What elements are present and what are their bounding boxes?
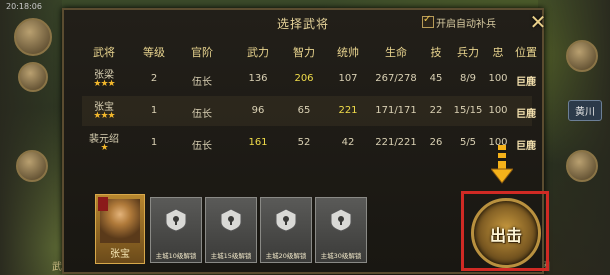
hero-troops: 15/15 — [453, 105, 483, 116]
map-location-tag[interactable]: 黄川 — [568, 100, 602, 121]
deploy-button[interactable]: 出击 — [471, 198, 541, 268]
hero-intellect: 52 — [297, 137, 311, 148]
down-arrow-icon — [491, 145, 513, 184]
lock-icon — [165, 208, 187, 232]
menu-bubble-icon[interactable] — [16, 150, 48, 182]
hero-hp: 171/171 — [375, 105, 417, 116]
map-bubble-icon[interactable] — [566, 150, 598, 182]
map-bubble-icon[interactable] — [566, 40, 598, 72]
hero-force: 96 — [251, 105, 265, 116]
hero-troops: 8/9 — [459, 73, 477, 84]
table-row[interactable]: 张梁 ★★★ 2 伍长 136 206 107 267/278 45 8/9 1… — [82, 64, 536, 94]
table-row[interactable]: 裴元绍 ★ 1 伍长 161 52 42 221/221 26 5/5 100 … — [82, 128, 536, 158]
status-time: 20:18:06 — [6, 2, 42, 11]
deploy-button-label: 出击 — [489, 226, 522, 245]
unlock-condition: 主城10级解锁 — [155, 252, 197, 260]
column-header[interactable]: 智力 — [293, 44, 315, 60]
hero-hp: 221/221 — [375, 137, 417, 148]
player-avatar[interactable] — [14, 18, 52, 56]
column-header[interactable]: 生命 — [385, 44, 407, 60]
hero-rank: 伍长 — [192, 77, 212, 88]
unlock-condition: 主城30级解锁 — [320, 252, 362, 260]
table-header: 武将 等级 官阶 武力 智力 统帅 生命 技 兵力 忠 位置 — [82, 44, 537, 60]
hero-loyalty: 100 — [488, 105, 508, 116]
hero-intellect: 65 — [297, 105, 311, 116]
column-header[interactable]: 统帅 — [337, 44, 359, 60]
hero-location: 巨鹿 — [516, 109, 536, 120]
locked-slot[interactable]: 主城15级解锁 — [205, 197, 257, 263]
unlock-condition: 主城20级解锁 — [265, 252, 307, 260]
locked-slot[interactable]: 主城20级解锁 — [260, 197, 312, 263]
unlock-condition: 主城15级解锁 — [210, 252, 252, 260]
hero-force: 136 — [248, 73, 268, 84]
hero-stars: ★★★ — [93, 79, 115, 89]
menu-bubble-icon[interactable] — [18, 62, 48, 92]
column-header[interactable]: 武力 — [247, 44, 269, 60]
lock-icon — [275, 208, 297, 232]
locked-slot[interactable]: 主城10级解锁 — [150, 197, 202, 263]
hero-stars: ★ — [100, 143, 108, 153]
hero-skill: 26 — [429, 137, 443, 148]
banner-icon — [98, 197, 108, 211]
hero-rank: 伍长 — [192, 141, 212, 152]
hero-location: 巨鹿 — [516, 141, 536, 152]
auto-fill-label[interactable]: 开启自动补兵 — [436, 15, 496, 30]
lock-icon — [330, 208, 352, 232]
hero-level: 2 — [150, 73, 158, 84]
hero-location: 巨鹿 — [516, 77, 536, 88]
column-header[interactable]: 武将 — [93, 44, 115, 60]
deploy-button-highlight: 出击 — [461, 191, 549, 271]
hero-force: 161 — [248, 137, 268, 148]
hero-level: 1 — [150, 137, 158, 148]
hero-skill: 45 — [429, 73, 443, 84]
column-header[interactable]: 忠 — [493, 44, 504, 60]
column-header[interactable]: 官阶 — [191, 44, 213, 60]
lock-icon — [220, 208, 242, 232]
hero-loyalty: 100 — [488, 73, 508, 84]
hero-command: 42 — [341, 137, 355, 148]
hero-rank: 伍长 — [192, 109, 212, 120]
hero-hp: 267/278 — [375, 73, 417, 84]
column-header[interactable]: 等级 — [143, 44, 165, 60]
locked-slot[interactable]: 主城30级解锁 — [315, 197, 367, 263]
auto-fill-checkbox[interactable] — [422, 14, 434, 28]
column-header[interactable]: 技 — [431, 44, 442, 60]
column-header[interactable]: 位置 — [515, 44, 537, 60]
hero-command: 107 — [338, 73, 358, 84]
hero-command: 221 — [338, 105, 358, 116]
column-header[interactable]: 兵力 — [457, 44, 479, 60]
table-row[interactable]: 张宝 ★★★ 1 伍长 96 65 221 171/171 22 15/15 1… — [82, 96, 536, 126]
hero-stars: ★★★ — [93, 111, 115, 121]
hero-intellect: 206 — [294, 73, 314, 84]
hero-skill: 22 — [429, 105, 443, 116]
selected-hero-slot[interactable]: 张宝 — [95, 194, 145, 264]
hero-level: 1 — [150, 105, 158, 116]
selected-hero-name: 张宝 — [110, 249, 130, 260]
hero-troops: 5/5 — [459, 137, 477, 148]
close-icon[interactable]: ✕ — [528, 12, 548, 32]
